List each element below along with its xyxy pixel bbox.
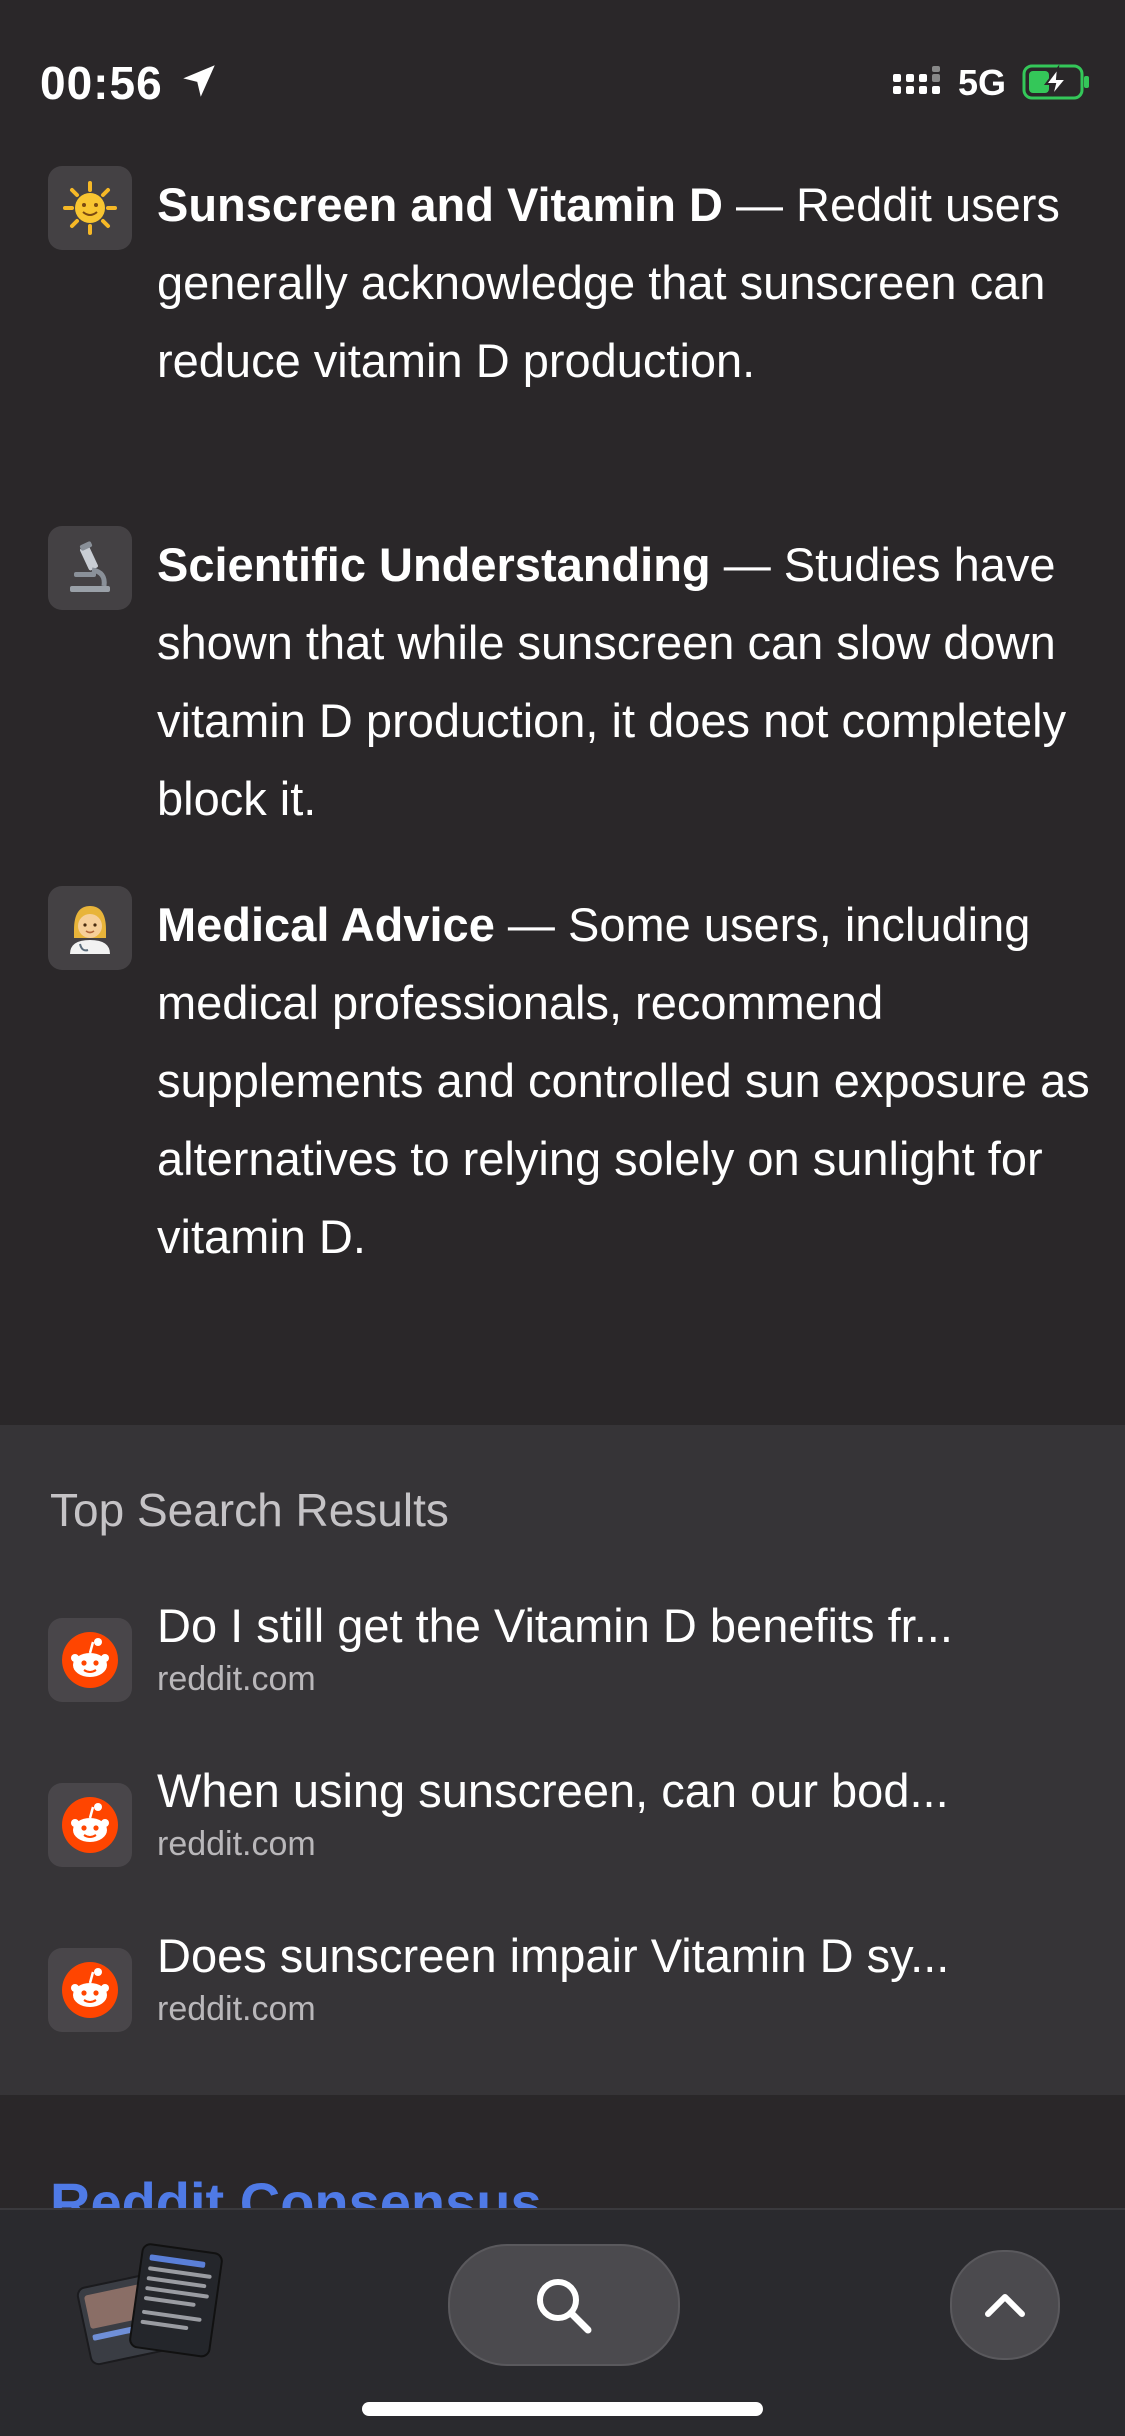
- summary-text: Sunscreen and Vitamin D — Reddit users g…: [157, 166, 1097, 400]
- summary-text: Scientific Understanding — Studies have …: [157, 526, 1097, 838]
- reddit-tile: [48, 1948, 132, 2032]
- status-bar: 00:56 5G: [0, 0, 1125, 150]
- chevron-up-icon: [985, 2294, 1025, 2317]
- result-title: Do I still get the Vitamin D benefits fr…: [157, 1599, 953, 1652]
- emoji-tile: [48, 526, 132, 610]
- summary-title: Sunscreen and Vitamin D: [157, 178, 723, 231]
- summary-body: Some users, including medical profession…: [157, 898, 1090, 1263]
- sun-emoji-icon: [63, 181, 117, 235]
- summary-separator: —: [494, 898, 568, 951]
- page: 00:56 5G Sunscreen and Vitamin D — Reddi…: [0, 0, 1125, 2436]
- reddit-icon: [62, 1962, 118, 2018]
- location-arrow-icon: [183, 65, 215, 97]
- result-title: Does sunscreen impair Vitamin D sy...: [157, 1929, 950, 1982]
- battery-charging-icon: [1022, 64, 1089, 100]
- reddit-tile: [48, 1618, 132, 1702]
- scroll-to-top-button[interactable]: [950, 2250, 1060, 2360]
- results-heading: Top Search Results: [50, 1484, 449, 1536]
- result-domain: reddit.com: [157, 1990, 316, 2028]
- search-icon: [537, 2279, 592, 2334]
- health-worker-emoji-icon: [70, 906, 110, 954]
- reddit-icon: [62, 1632, 118, 1688]
- result-domain: reddit.com: [157, 1660, 316, 1698]
- tabs-thumbnail[interactable]: [74, 2240, 224, 2370]
- reddit-icon: [62, 1797, 118, 1853]
- home-indicator[interactable]: [362, 2402, 763, 2416]
- search-result-item[interactable]: Do I still get the Vitamin D benefits fr…: [0, 1597, 1125, 1747]
- summary-text: Medical Advice — Some users, including m…: [157, 886, 1097, 1276]
- summary-title: Scientific Understanding: [157, 538, 711, 591]
- summary-separator: —: [722, 178, 797, 231]
- result-domain: reddit.com: [157, 1825, 316, 1863]
- signal-bars-icon: [893, 66, 940, 94]
- summary-separator: —: [710, 538, 784, 591]
- emoji-tile: [48, 886, 132, 970]
- status-time: 00:56: [40, 57, 163, 109]
- search-button[interactable]: [448, 2244, 680, 2366]
- network-type: 5G: [958, 62, 1007, 103]
- reddit-tile: [48, 1783, 132, 1867]
- summary-title: Medical Advice: [157, 898, 495, 951]
- emoji-tile: [48, 166, 132, 250]
- search-result-item[interactable]: Does sunscreen impair Vitamin D sy... re…: [0, 1927, 1125, 2077]
- search-result-item[interactable]: When using sunscreen, can our bod... red…: [0, 1762, 1125, 1912]
- bottom-toolbar: [0, 2208, 1125, 2436]
- result-title: When using sunscreen, can our bod...: [157, 1764, 949, 1817]
- microscope-emoji-icon: [70, 541, 110, 592]
- top-search-results: Top Search Results Do I still get the Vi…: [0, 1425, 1125, 2095]
